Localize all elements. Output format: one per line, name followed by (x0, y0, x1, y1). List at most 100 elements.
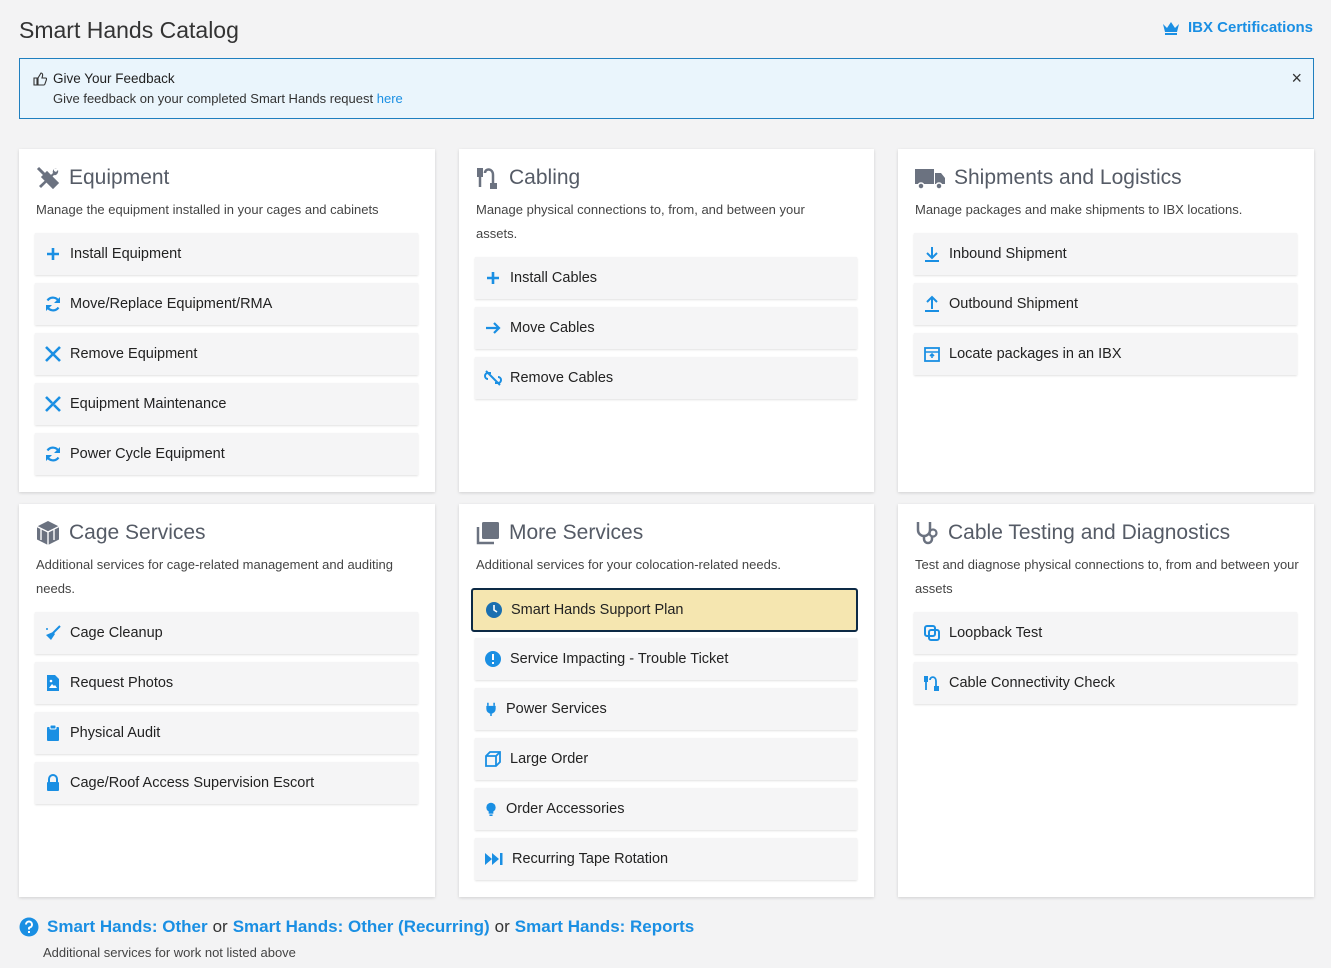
physical-audit-item[interactable]: Physical Audit (35, 712, 418, 754)
footer: Smart Hands: Other or Smart Hands: Other… (19, 917, 694, 960)
broom-icon (46, 625, 61, 640)
cabling-card: Cabling Manage physical connections to, … (459, 149, 874, 492)
loop-icon (924, 625, 940, 641)
maintenance-icon (45, 396, 61, 412)
item-label: Move/Replace Equipment/RMA (70, 296, 273, 312)
more-services-card-title: More Services (509, 521, 644, 544)
feedback-here-link[interactable]: here (377, 91, 403, 106)
feedback-title-text: Give Your Feedback (53, 71, 175, 86)
move-cables-item[interactable]: Move Cables (475, 307, 857, 349)
more-services-card: More Services Additional services for yo… (459, 504, 874, 897)
equipment-maintenance-item[interactable]: Equipment Maintenance (35, 383, 418, 425)
order-accessories-item[interactable]: Order Accessories (475, 788, 857, 830)
item-label: Power Services (506, 701, 607, 717)
smart-hands-other-link[interactable]: Smart Hands: Other (47, 917, 208, 937)
smart-hands-reports-link[interactable]: Smart Hands: Reports (515, 917, 694, 937)
item-label: Cable Connectivity Check (949, 675, 1116, 691)
box-icon (485, 751, 501, 767)
more-services-card-header: More Services (475, 520, 643, 546)
tools-icon (36, 166, 60, 190)
shipments-card-title: Shipments and Logistics (954, 166, 1182, 189)
clipboard-icon (47, 724, 59, 741)
outbound-shipment-item[interactable]: Outbound Shipment (914, 283, 1297, 325)
question-icon (19, 917, 39, 937)
item-label: Install Equipment (70, 246, 182, 262)
unlink-icon (484, 370, 502, 386)
loopback-test-item[interactable]: Loopback Test (914, 612, 1297, 654)
shipments-card-header: Shipments and Logistics (914, 165, 1182, 191)
footer-links: Smart Hands: Other or Smart Hands: Other… (19, 917, 694, 937)
equipment-card-title: Equipment (69, 166, 170, 189)
lock-icon (47, 774, 59, 791)
item-label: Smart Hands Support Plan (511, 602, 684, 618)
recurring-tape-rotation-item[interactable]: Recurring Tape Rotation (475, 838, 857, 880)
remove-cables-item[interactable]: Remove Cables (475, 357, 857, 399)
truck-icon (915, 169, 945, 190)
item-label: Remove Cables (510, 370, 614, 386)
feedback-banner: Give Your Feedback Give feedback on your… (19, 58, 1314, 119)
shipments-card: Shipments and Logistics Manage packages … (898, 149, 1314, 492)
arrow-right-icon (486, 322, 501, 334)
cabling-card-header: Cabling (475, 165, 580, 191)
equipment-card-desc: Manage the equipment installed in your c… (36, 202, 379, 217)
equipment-card: Equipment Manage the equipment installed… (19, 149, 435, 492)
upload-icon (925, 295, 939, 312)
smart-hands-other-recurring-link[interactable]: Smart Hands: Other (Recurring) (233, 917, 490, 937)
close-icon[interactable]: × (1291, 69, 1302, 87)
inbound-shipment-item[interactable]: Inbound Shipment (914, 233, 1297, 275)
clock-icon (486, 602, 502, 618)
plug-icon (486, 702, 496, 716)
feedback-text: Give feedback on your completed Smart Ha… (53, 91, 403, 106)
cabling-card-title: Cabling (509, 166, 581, 189)
cable-connectivity-check-item[interactable]: Cable Connectivity Check (914, 662, 1297, 704)
smart-hands-support-plan-item[interactable]: Smart Hands Support Plan (471, 588, 858, 632)
service-impacting-ticket-item[interactable]: Service Impacting - Trouble Ticket (475, 638, 857, 680)
large-order-item[interactable]: Large Order (475, 738, 857, 780)
download-icon (925, 247, 939, 262)
item-label: Cage/Roof Access Supervision Escort (70, 775, 315, 791)
stethoscope-icon (916, 522, 938, 545)
install-cables-item[interactable]: Install Cables (475, 257, 857, 299)
cage-cleanup-item[interactable]: Cage Cleanup (35, 612, 418, 654)
item-label: Loopback Test (949, 625, 1043, 641)
item-label: Inbound Shipment (949, 246, 1067, 262)
item-label: Order Accessories (506, 801, 625, 817)
item-label: Locate packages in an IBX (949, 346, 1122, 362)
ibx-certifications-label: IBX Certifications (1187, 19, 1313, 36)
item-label: Request Photos (70, 675, 174, 691)
image-file-icon (47, 675, 59, 691)
cage-services-card-desc: Additional services for cage-related man… (36, 557, 393, 596)
alert-icon (485, 651, 501, 667)
cable-testing-card-header: Cable Testing and Diagnostics (914, 520, 1230, 546)
remove-equipment-item[interactable]: Remove Equipment (35, 333, 418, 375)
tools-icon (45, 346, 61, 362)
thumbs-up-icon (33, 71, 47, 86)
power-cycle-equipment-item[interactable]: Power Cycle Equipment (35, 433, 418, 475)
cable-testing-card: Cable Testing and Diagnostics Test and d… (898, 504, 1314, 897)
cage-services-card: Cage Services Additional services for ca… (19, 504, 435, 897)
move-replace-equipment-item[interactable]: Move/Replace Equipment/RMA (35, 283, 418, 325)
power-services-item[interactable]: Power Services (475, 688, 857, 730)
feedback-title: Give Your Feedback (33, 71, 175, 86)
package-icon (924, 347, 940, 362)
item-label: Large Order (510, 751, 589, 767)
footer-desc: Additional services for work not listed … (43, 945, 296, 960)
locate-packages-item[interactable]: Locate packages in an IBX (914, 333, 1297, 375)
item-label: Remove Equipment (70, 346, 198, 362)
item-label: Install Cables (510, 270, 598, 286)
item-label: Recurring Tape Rotation (512, 851, 669, 867)
item-label: Cage Cleanup (70, 625, 163, 641)
equipment-card-header: Equipment (35, 165, 169, 191)
cable-testing-card-desc: Test and diagnose physical connections t… (915, 557, 1299, 596)
item-label: Service Impacting - Trouble Ticket (510, 651, 729, 667)
cage-roof-access-item[interactable]: Cage/Roof Access Supervision Escort (35, 762, 418, 804)
item-label: Move Cables (510, 320, 595, 336)
install-equipment-item[interactable]: Install Equipment (35, 233, 418, 275)
page-title: Smart Hands Catalog (19, 17, 239, 43)
item-label: Outbound Shipment (949, 296, 1078, 312)
request-photos-item[interactable]: Request Photos (35, 662, 418, 704)
ibx-certifications-link[interactable]: IBX Certifications (1162, 19, 1313, 36)
cable-testing-card-title: Cable Testing and Diagnostics (948, 521, 1231, 544)
item-label: Power Cycle Equipment (70, 446, 225, 462)
crown-icon (1162, 21, 1179, 35)
